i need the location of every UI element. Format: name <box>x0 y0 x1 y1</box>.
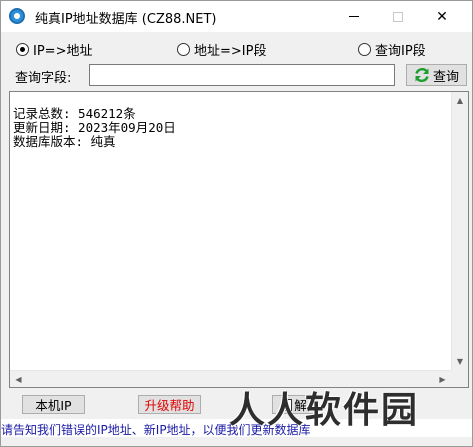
radio-address-to-ip-range[interactable]: 地址=>IP段 <box>177 40 266 59</box>
maximize-button[interactable] <box>376 1 420 32</box>
radio-address-to-ip-range-label: 地址=>IP段 <box>194 44 267 59</box>
vertical-scrollbar[interactable]: ▲ ▼ <box>451 92 468 370</box>
result-content: 记录总数: 546212条 更新日期: 2023年09月20日 数据库版本: 纯… <box>13 107 176 149</box>
refresh-icon <box>415 67 429 83</box>
scroll-right-icon[interactable]: ▶ <box>434 371 451 387</box>
query-button[interactable]: 查询 <box>406 64 467 86</box>
scrollbar-corner <box>451 370 468 387</box>
db-version-line: 数据库版本: 纯真 <box>13 134 116 149</box>
query-field-label: 查询字段: <box>15 71 72 86</box>
title-bar[interactable]: 纯真IP地址数据库 (CZ88.NET) ✕ <box>1 1 472 32</box>
update-date-line: 更新日期: 2023年09月20日 <box>13 120 176 135</box>
main-window: 纯真IP地址数据库 (CZ88.NET) ✕ IP=>地址 地址=>IP段 查询… <box>0 0 473 447</box>
app-icon <box>9 8 25 24</box>
close-button[interactable]: ✕ <box>420 1 464 32</box>
window-title: 纯真IP地址数据库 (CZ88.NET) <box>35 12 217 27</box>
horizontal-scrollbar[interactable]: ◀ ▶ <box>10 370 451 387</box>
close-icon: ✕ <box>436 8 448 25</box>
query-input[interactable] <box>89 64 395 86</box>
upgrade-help-button[interactable]: 升级帮助 <box>138 395 201 414</box>
record-count-line: 记录总数: 546212条 <box>13 106 136 121</box>
mode-radio-group: IP=>地址 地址=>IP段 查询IP段 <box>1 40 472 59</box>
radio-query-ip-range-label: 查询IP段 <box>375 44 426 59</box>
radio-address-to-ip-range-indicator[interactable] <box>177 43 190 56</box>
status-bar: 请告知我们错误的IP地址、新IP地址，以便我们更新数据库 <box>1 419 472 437</box>
maximize-icon <box>393 11 403 22</box>
query-button-label: 查询 <box>432 69 459 85</box>
radio-ip-to-address[interactable]: IP=>地址 <box>16 40 92 59</box>
scroll-left-icon[interactable]: ◀ <box>10 371 27 387</box>
radio-query-ip-range-indicator[interactable] <box>358 43 371 56</box>
local-ip-button[interactable]: 本机IP <box>22 395 85 414</box>
radio-ip-to-address-label: IP=>地址 <box>33 44 93 59</box>
scroll-up-icon[interactable]: ▲ <box>452 92 468 109</box>
scroll-down-icon[interactable]: ▼ <box>452 353 468 370</box>
decode-button-label: 解 <box>294 398 307 413</box>
file-icon <box>282 398 293 411</box>
status-marquee[interactable]: 请告知我们错误的IP地址、新IP地址，以便我们更新数据库 <box>1 421 311 438</box>
local-ip-button-label: 本机IP <box>35 398 72 413</box>
upgrade-help-button-label: 升级帮助 <box>144 398 195 413</box>
radio-ip-to-address-indicator[interactable] <box>16 43 29 56</box>
radio-query-ip-range[interactable]: 查询IP段 <box>358 40 426 59</box>
minimize-button[interactable] <box>332 1 376 32</box>
decode-button[interactable]: 解 <box>272 395 317 414</box>
result-text-area[interactable]: 记录总数: 546212条 更新日期: 2023年09月20日 数据库版本: 纯… <box>9 91 469 388</box>
minimize-icon <box>349 16 359 17</box>
